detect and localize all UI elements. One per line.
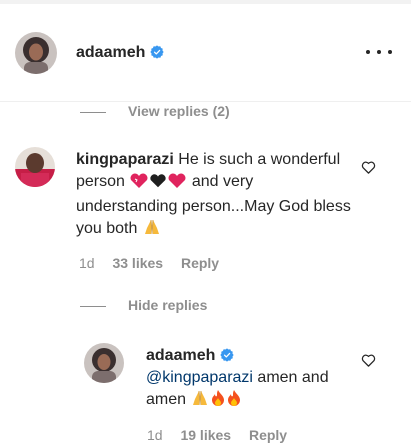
comment-username[interactable]: kingpaparazi [76,151,174,168]
mention-link[interactable]: @kingpaparazi [146,369,253,386]
reply-username[interactable]: adaameh [146,347,215,364]
view-replies-label: View replies (2) [128,103,230,119]
avatar[interactable] [15,32,57,74]
hide-replies-button[interactable]: Hide replies [80,297,207,313]
red-heart-icon [167,173,187,196]
thread-line [80,305,106,307]
comment-time[interactable]: 1d [79,255,95,271]
verified-badge-icon [220,348,235,362]
folded-hands-icon [142,218,162,243]
likes-count[interactable]: 33 likes [112,255,163,271]
avatar[interactable] [15,147,55,187]
reply-time[interactable]: 1d [147,427,163,443]
username-text[interactable]: adaameh [76,44,145,61]
thread-line [80,111,106,113]
fire-icon [226,389,242,414]
like-heart-icon[interactable] [361,160,376,175]
fire-icon [210,389,226,414]
avatar[interactable] [84,343,124,383]
more-horizontal-icon [388,50,392,54]
comment-meta: 1d 33 likes Reply [79,255,219,271]
black-heart-icon [149,173,167,196]
hide-replies-label: Hide replies [128,297,208,313]
likes-count[interactable]: 19 likes [180,427,231,443]
like-heart-icon[interactable] [361,353,376,368]
view-replies-button[interactable]: View replies (2) [80,103,230,119]
comment-body: kingpaparazi He is such a wonderful pers… [76,149,356,243]
more-horizontal-icon [377,50,381,54]
folded-hands-icon [190,389,210,414]
reply-body: adaameh @kingpaparazi amen and amen [146,345,346,414]
post-header: adaameh [0,4,411,102]
header-username[interactable]: adaameh [76,44,165,62]
reply-meta: 1d 19 likes Reply [147,427,287,443]
reply-button[interactable]: Reply [249,427,287,443]
heart-hearts-icon [129,173,149,196]
reply-button[interactable]: Reply [181,255,219,271]
more-horizontal-icon [366,50,370,54]
more-options-button[interactable] [366,42,392,62]
verified-badge-icon [150,45,165,59]
